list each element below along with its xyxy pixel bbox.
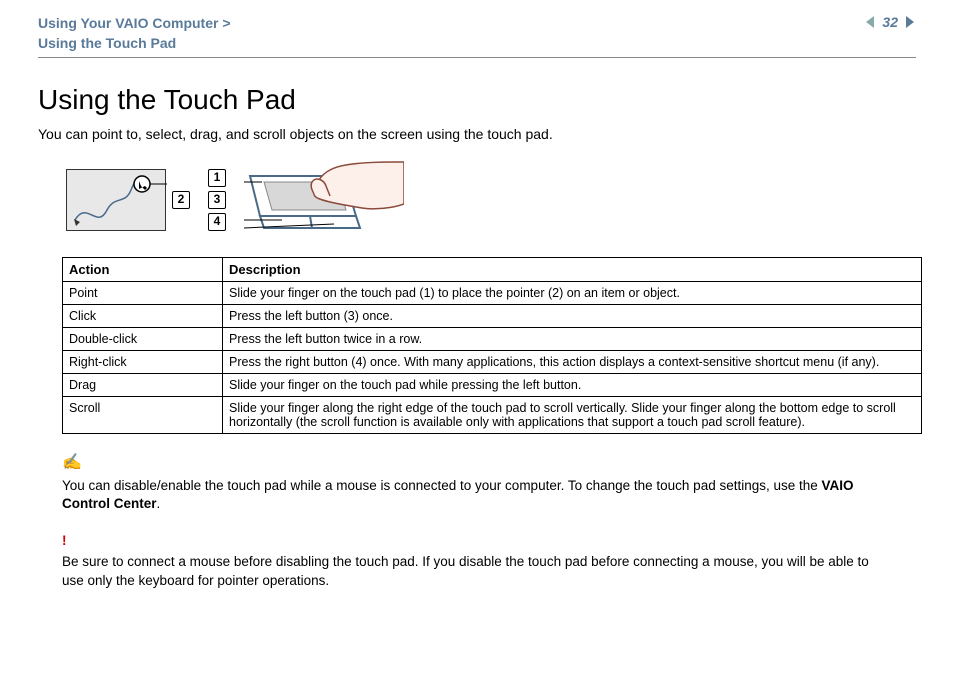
page-number: 32 <box>882 14 898 30</box>
touchpad-diagram <box>244 160 404 239</box>
table-row: ScrollSlide your finger along the right … <box>63 397 922 434</box>
warning-text: Be sure to connect a mouse before disabl… <box>62 554 869 588</box>
callout-left-button: 3 <box>208 191 226 209</box>
actions-table: Action Description PointSlide your finge… <box>62 257 922 434</box>
table-row: Right-clickPress the right button (4) on… <box>63 351 922 374</box>
callout-right-button: 4 <box>208 213 226 231</box>
table-row: DragSlide your finger on the touch pad w… <box>63 374 922 397</box>
page-nav: 32 <box>864 14 916 30</box>
screen-diagram <box>66 169 166 231</box>
th-action: Action <box>63 258 223 282</box>
warning-icon: ! <box>62 532 892 551</box>
note-icon: ✍ <box>62 452 892 474</box>
note-text-after: . <box>157 496 161 511</box>
th-description: Description <box>223 258 922 282</box>
callout-pointer: 2 <box>172 191 190 209</box>
breadcrumb-line1: Using Your VAIO Computer > <box>38 14 231 34</box>
diagram-row: 2 1 3 4 <box>66 160 916 239</box>
next-page-icon[interactable] <box>902 15 916 29</box>
callout-stack: 1 3 4 <box>208 169 226 231</box>
table-row: Double-clickPress the left button twice … <box>63 328 922 351</box>
callout-touchpad: 1 <box>208 169 226 187</box>
note-text-before: You can disable/enable the touch pad whi… <box>62 478 822 493</box>
page-title: Using the Touch Pad <box>38 84 916 116</box>
page-header: Using Your VAIO Computer > Using the Tou… <box>38 0 916 58</box>
warning-block: ! Be sure to connect a mouse before disa… <box>62 532 892 591</box>
table-row: PointSlide your finger on the touch pad … <box>63 282 922 305</box>
table-header-row: Action Description <box>63 258 922 282</box>
breadcrumb-line2: Using the Touch Pad <box>38 34 231 54</box>
note-block: ✍ You can disable/enable the touch pad w… <box>62 452 892 514</box>
breadcrumb: Using Your VAIO Computer > Using the Tou… <box>38 14 231 53</box>
table-row: ClickPress the left button (3) once. <box>63 305 922 328</box>
prev-page-icon[interactable] <box>864 15 878 29</box>
intro-text: You can point to, select, drag, and scro… <box>38 126 916 142</box>
